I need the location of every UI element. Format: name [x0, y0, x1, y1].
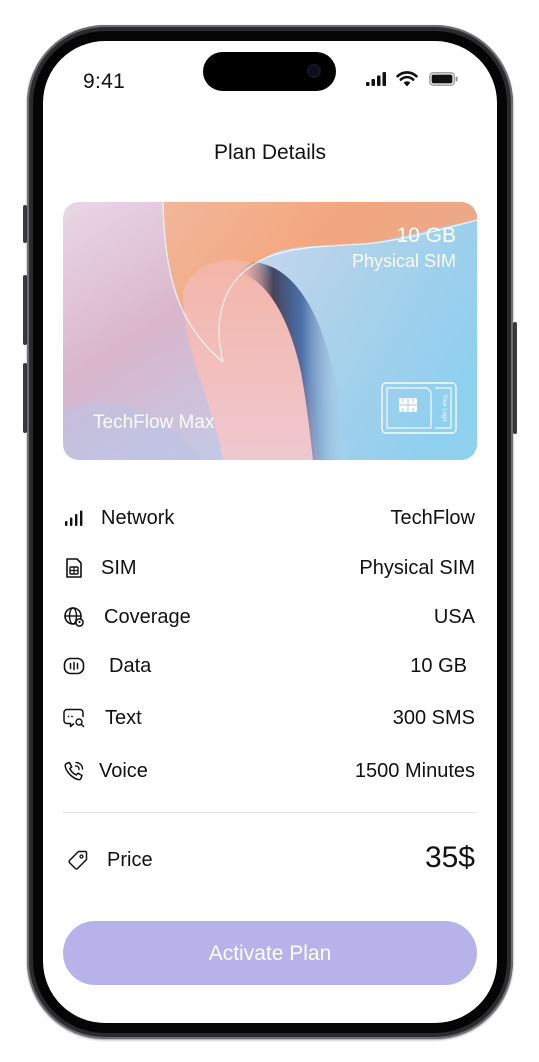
voice-value: 1500 Minutes — [354, 760, 475, 782]
card-plan-name: TechFlow Max — [93, 412, 215, 433]
detail-row-data: Data 10 GB — [63, 651, 477, 681]
text-label: Text — [105, 707, 142, 729]
sim-chip-graphic: Your Logo — [381, 382, 457, 434]
price-label: Price — [107, 849, 153, 871]
wifi-icon — [396, 71, 418, 87]
coverage-label: Coverage — [104, 606, 191, 628]
detail-row-coverage: Coverage USA — [63, 602, 477, 632]
cellular-signal-icon — [366, 72, 386, 86]
status-time: 9:41 — [83, 70, 126, 93]
detail-row-sim: SIM Physical SIM — [63, 553, 477, 583]
power-button — [513, 322, 517, 434]
divider — [63, 812, 477, 813]
activate-plan-button[interactable]: Activate Plan — [63, 921, 477, 985]
battery-icon — [429, 72, 458, 86]
signal-bars-icon — [65, 510, 83, 526]
message-search-icon — [63, 708, 85, 728]
card-logo-placeholder: Your Logo — [441, 394, 447, 422]
network-value: TechFlow — [390, 507, 475, 529]
text-value: 300 SMS — [392, 707, 475, 729]
data-meter-icon — [63, 657, 85, 675]
price-value: 35$ — [424, 841, 475, 874]
dynamic-island — [203, 52, 336, 91]
sim-value: Physical SIM — [359, 557, 475, 579]
page-title: Plan Details — [213, 141, 327, 164]
data-value: 10 GB — [410, 655, 467, 677]
sim-card-icon — [66, 558, 82, 578]
card-sim-type: Physical SIM — [351, 251, 456, 271]
plan-card: 10 GB Physical SIM TechFlow Max Your Log… — [63, 202, 477, 460]
globe-icon — [64, 607, 84, 627]
detail-row-text: Text 300 SMS — [63, 703, 477, 733]
card-data-amount: 10 GB — [396, 224, 456, 247]
sim-label: SIM — [101, 557, 137, 579]
phone-screen: 9:41 Plan Details 10 GB Physical SIM Tec… — [43, 41, 497, 1023]
coverage-value: USA — [433, 606, 475, 628]
data-label: Data — [109, 655, 152, 677]
voice-label: Voice — [99, 760, 148, 782]
network-label: Network — [101, 507, 175, 529]
detail-row-network: Network TechFlow — [63, 503, 477, 533]
front-camera-icon — [307, 64, 321, 78]
price-tag-icon — [68, 850, 88, 870]
detail-row-voice: Voice 1500 Minutes — [63, 756, 477, 786]
phone-call-icon — [64, 761, 84, 781]
